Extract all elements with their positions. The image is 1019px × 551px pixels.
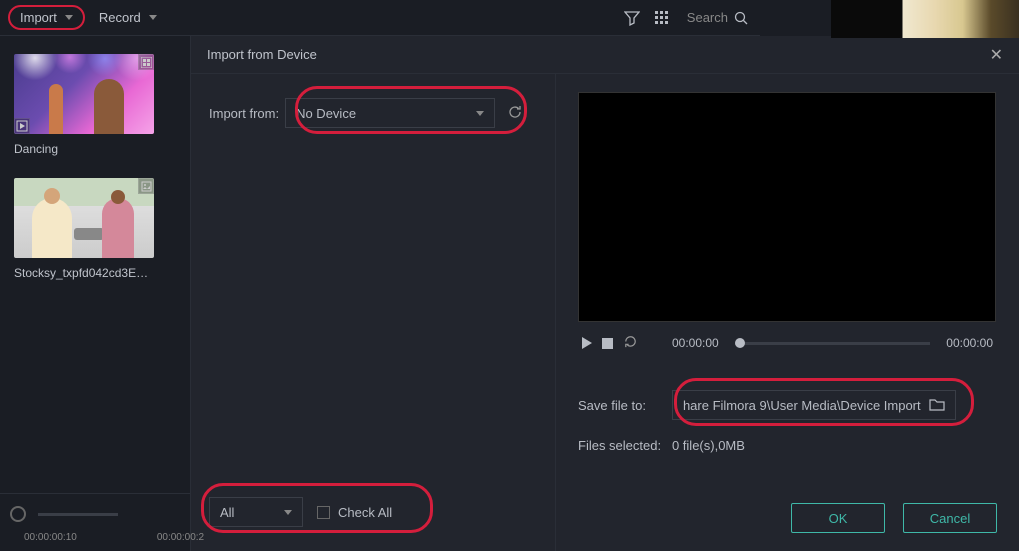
media-item-label: Stocksy_txpfd042cd3EA... <box>14 266 154 280</box>
dialog-buttons: OK Cancel <box>578 503 997 533</box>
check-all-checkbox[interactable]: Check All <box>317 505 392 520</box>
grid-view-icon[interactable] <box>653 9 671 27</box>
dialog-body: Import from: No Device All <box>191 74 1019 551</box>
player-controls: 00:00:00 00:00:00 <box>578 334 997 352</box>
media-item[interactable]: Dancing <box>14 54 176 156</box>
save-file-row: Save file to: hare Filmora 9\User Media\… <box>578 390 997 420</box>
timeline-strip: 00:00:00:10 00:00:00:2 <box>0 493 190 551</box>
time-current: 00:00:00 <box>672 336 719 350</box>
record-menu[interactable]: Record <box>89 7 167 28</box>
right-photo-sliver <box>831 0 1019 38</box>
import-menu-label: Import <box>20 10 57 25</box>
chevron-down-icon <box>476 111 484 116</box>
record-menu-label: Record <box>99 10 141 25</box>
zoom-out-icon[interactable] <box>10 506 26 522</box>
import-menu[interactable]: Import <box>8 5 85 30</box>
checkbox-icon <box>317 506 330 519</box>
seek-slider[interactable] <box>735 342 931 345</box>
save-path-input[interactable]: hare Filmora 9\User Media\Device Import <box>672 390 956 420</box>
chevron-down-icon <box>65 15 73 20</box>
import-from-row: Import from: No Device <box>209 98 537 128</box>
stop-icon[interactable] <box>602 338 613 349</box>
search-box[interactable]: Search <box>683 8 752 27</box>
media-item-label: Dancing <box>14 142 154 156</box>
cancel-button[interactable]: Cancel <box>903 503 997 533</box>
import-from-label: Import from: <box>209 106 279 121</box>
save-file-label: Save file to: <box>578 398 646 413</box>
main-area: Dancing Stocksy_txpfd042cd3EA... Import … <box>0 36 1019 551</box>
media-thumbnail <box>14 178 154 258</box>
timecode: 00:00:00:10 <box>24 532 77 543</box>
filter-select-value: All <box>220 505 234 520</box>
timeline-ruler: 00:00:00:10 00:00:00:2 <box>4 526 186 543</box>
files-selected-value: 0 file(s),0MB <box>672 438 745 453</box>
thumb-type-icon <box>14 118 30 134</box>
search-icon <box>734 11 748 25</box>
files-selected-label: Files selected: <box>578 438 661 453</box>
search-placeholder: Search <box>687 10 728 25</box>
dialog-right-panel: 00:00:00 00:00:00 Save file to: hare Fil… <box>556 74 1019 551</box>
top-bar-right: Search <box>623 8 752 27</box>
dialog-left-panel: Import from: No Device All <box>191 74 556 551</box>
close-icon[interactable]: ✕ <box>990 45 1003 65</box>
media-thumbnail <box>14 54 154 134</box>
dialog-title: Import from Device <box>207 47 317 62</box>
check-all-label: Check All <box>338 505 392 520</box>
dialog-left-bottom: All Check All <box>209 497 537 527</box>
chevron-down-icon <box>149 15 157 20</box>
files-selected-row: Files selected: 0 file(s),0MB <box>578 438 997 453</box>
reload-icon[interactable] <box>623 334 638 352</box>
device-select-value: No Device <box>296 106 356 121</box>
import-dialog: Import from Device ✕ Import from: No Dev… <box>190 36 1019 551</box>
thumb-info-icon[interactable] <box>138 54 154 70</box>
dialog-header: Import from Device ✕ <box>191 36 1019 74</box>
folder-icon[interactable] <box>929 397 945 414</box>
zoom-slider[interactable] <box>38 513 118 516</box>
save-path-value: hare Filmora 9\User Media\Device Import <box>683 398 921 413</box>
media-item[interactable]: Stocksy_txpfd042cd3EA... <box>14 178 176 280</box>
thumb-info-icon[interactable] <box>138 178 154 194</box>
top-bar: Import Record Search <box>0 0 760 36</box>
filter-select[interactable]: All <box>209 497 303 527</box>
filter-icon[interactable] <box>623 9 641 27</box>
play-icon[interactable] <box>582 337 592 349</box>
timecode: 00:00:00:2 <box>157 532 204 543</box>
refresh-icon[interactable] <box>507 104 523 123</box>
chevron-down-icon <box>284 510 292 515</box>
media-sidebar: Dancing Stocksy_txpfd042cd3EA... <box>0 36 190 551</box>
device-select[interactable]: No Device <box>285 98 495 128</box>
timeline-toolbar <box>4 502 186 526</box>
ok-button[interactable]: OK <box>791 503 885 533</box>
time-total: 00:00:00 <box>946 336 993 350</box>
slider-handle[interactable] <box>735 338 745 348</box>
video-preview <box>578 92 996 322</box>
